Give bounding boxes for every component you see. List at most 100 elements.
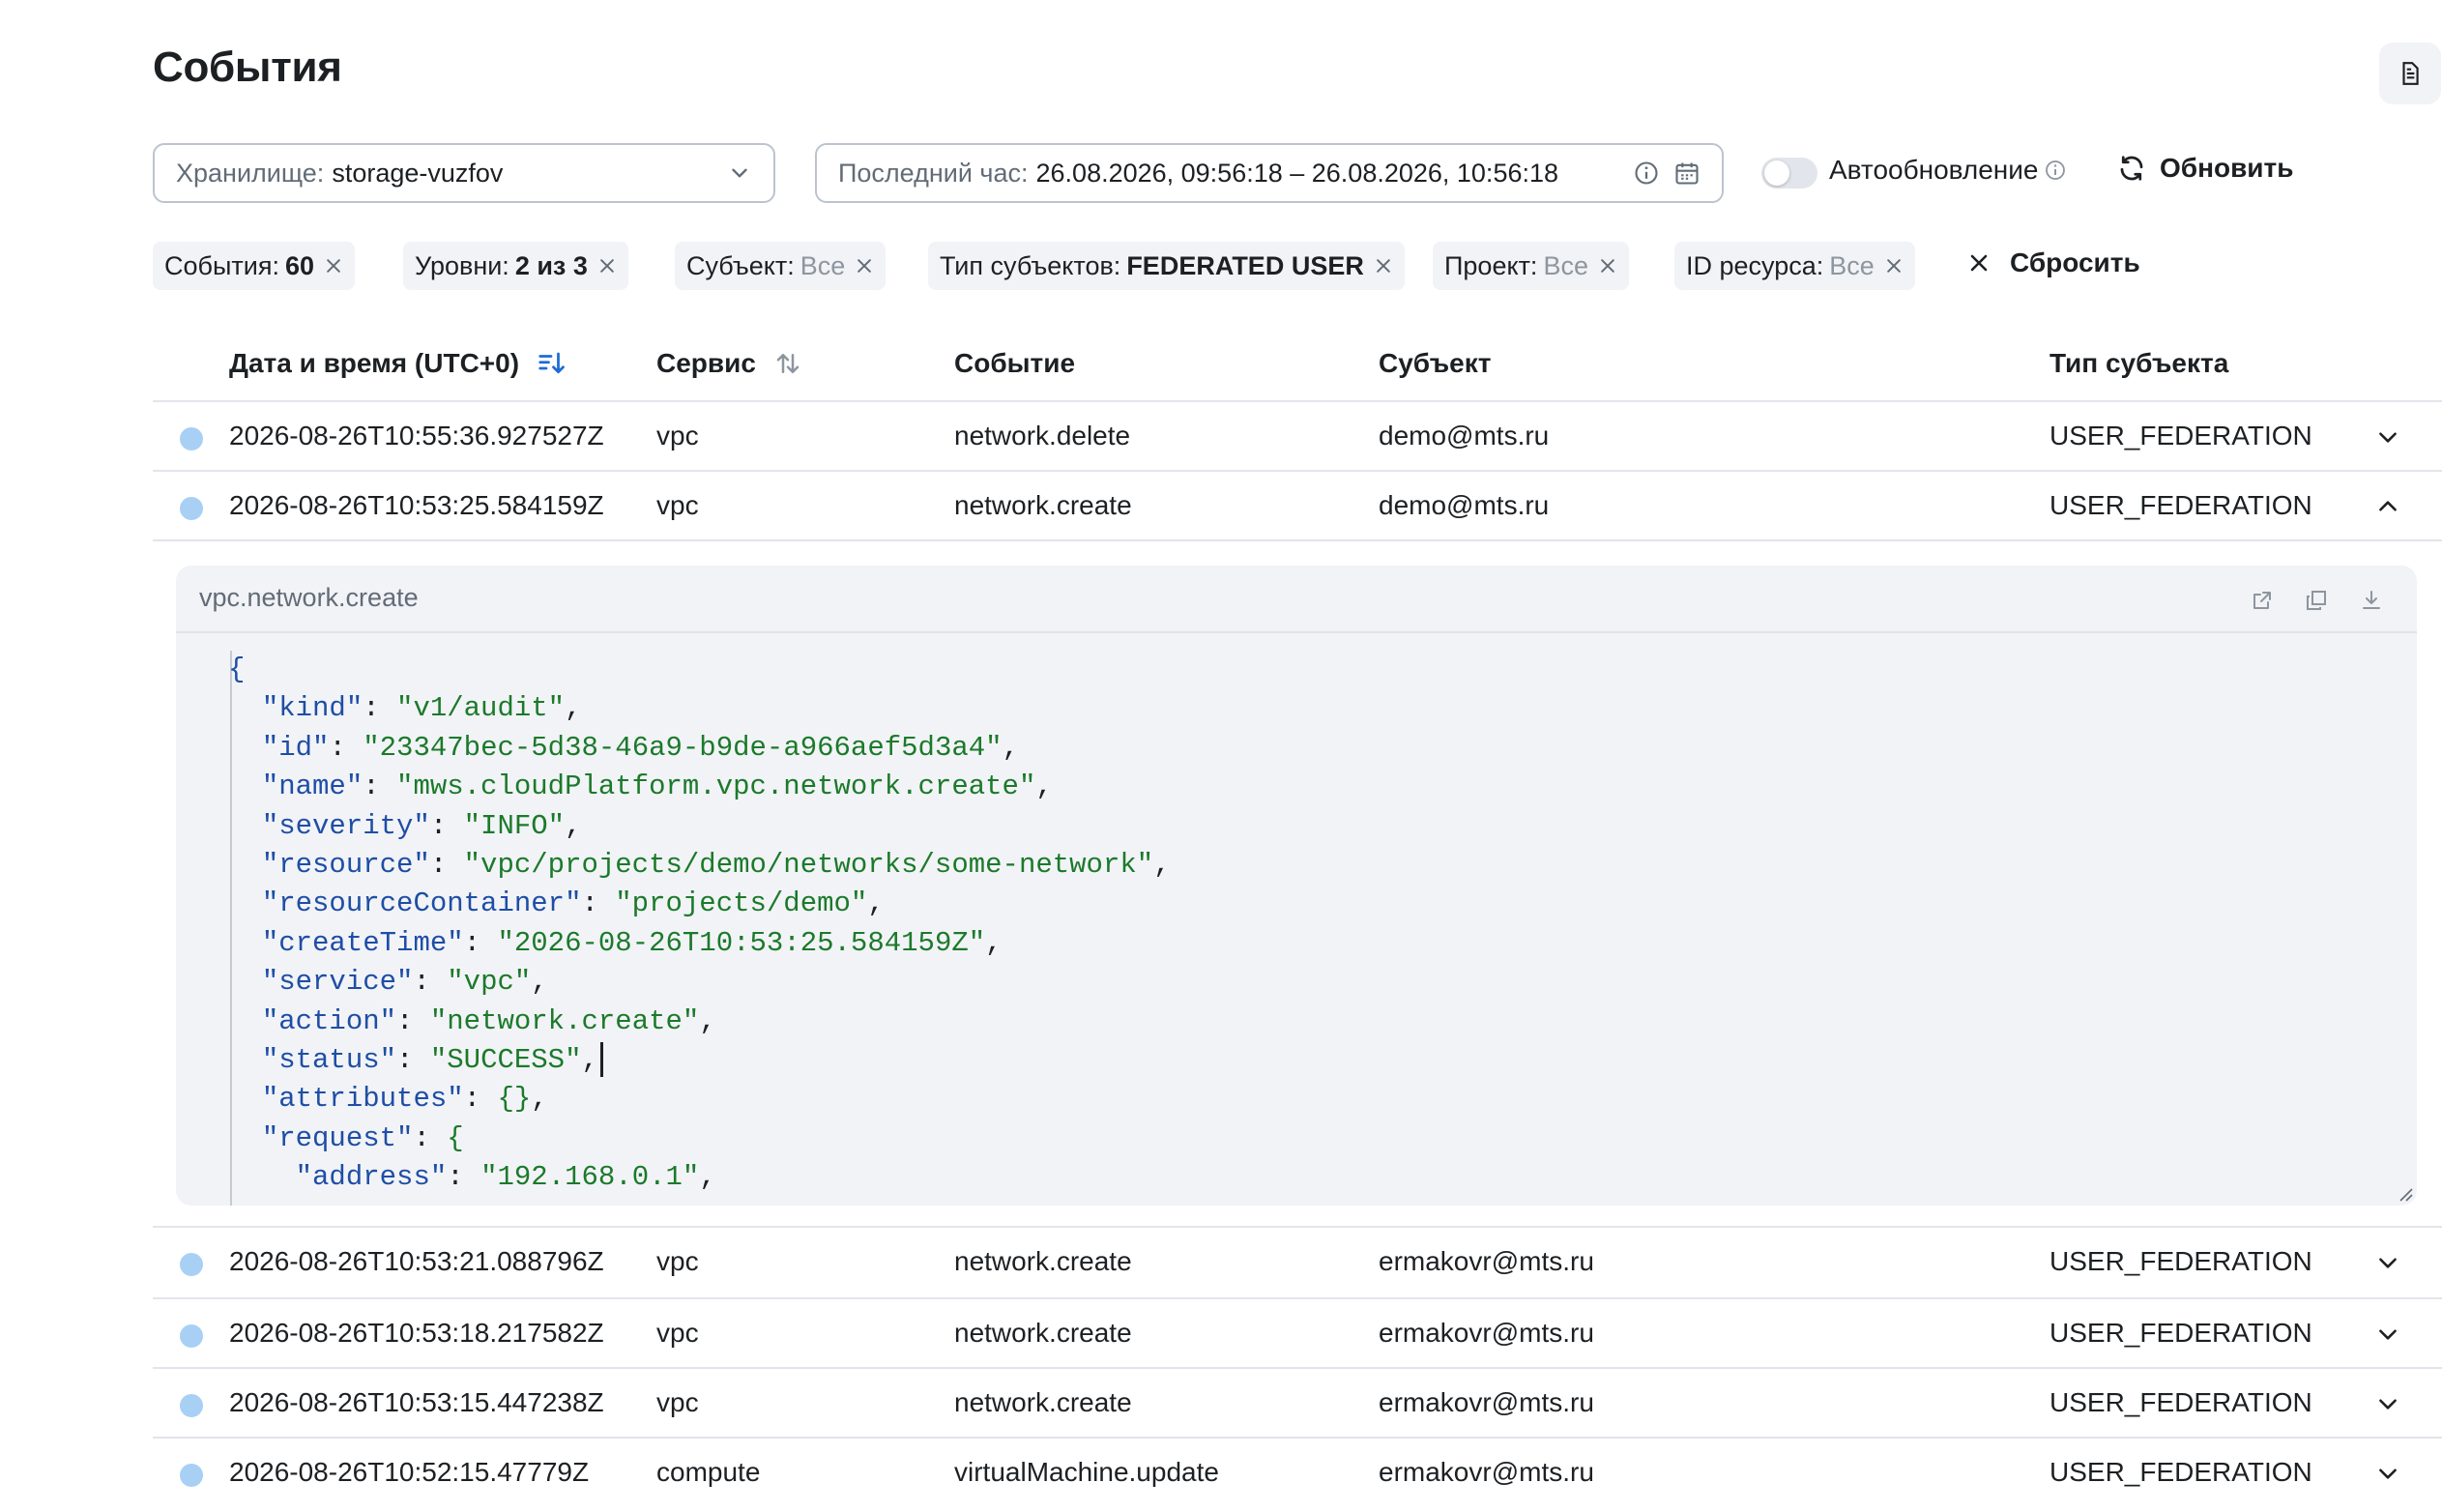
panel-title: vpc.network.create: [199, 583, 419, 612]
reset-filters-button[interactable]: Сбросить: [1967, 247, 2140, 278]
json-value: "192.168.0.1": [480, 1161, 700, 1194]
json-line: "service": "vpc",: [261, 966, 548, 999]
cell-subject-type: USER_FEDERATION: [2050, 1387, 2312, 1417]
text-caret: [599, 1042, 603, 1078]
status-dot: [180, 1324, 203, 1348]
filter-chip-levels[interactable]: Уровни: 2 из 3: [403, 242, 628, 290]
json-value: "2026-08-26T10:53:25.584159Z": [497, 926, 986, 959]
resize-handle-icon[interactable]: [2396, 1184, 2413, 1202]
json-viewer[interactable]: { "kind": "v1/audit", "id": "23347bec-5d…: [228, 651, 1171, 1197]
panel-header: vpc.network.create: [176, 566, 2417, 633]
info-icon[interactable]: [2044, 159, 2067, 182]
column-header-event: Событие: [954, 348, 1075, 379]
expand-row-button[interactable]: [2374, 1390, 2401, 1417]
cell-subject-type: USER_FEDERATION: [2050, 1318, 2312, 1348]
column-header-label: Сервис: [656, 348, 756, 378]
document-icon: [2402, 62, 2419, 85]
table-row[interactable]: 2026-08-26T10:55:36.927527Z vpc network.…: [153, 400, 2442, 470]
table-row[interactable]: 2026-08-26T10:53:21.088796Z vpc network.…: [153, 1228, 2442, 1297]
expand-row-button[interactable]: [2374, 1321, 2401, 1348]
cell-event: virtualMachine.update: [954, 1457, 1219, 1487]
filter-chip-events[interactable]: События: 60: [153, 242, 356, 290]
json-line: "severity": "INFO",: [261, 809, 582, 842]
expand-row-button[interactable]: [2374, 1460, 2401, 1487]
json-value: "SUCCESS": [429, 1043, 582, 1076]
cell-subject-type: USER_FEDERATION: [2050, 1246, 2312, 1276]
table-row[interactable]: 2026-08-26T10:53:25.584159Z vpc network.…: [153, 470, 2442, 539]
chevron-down-icon: [732, 168, 747, 178]
refresh-button[interactable]: Обновить: [2117, 153, 2293, 184]
copy-icon[interactable]: [2303, 587, 2330, 614]
close-icon[interactable]: [597, 256, 617, 276]
close-icon[interactable]: [1884, 256, 1904, 276]
open-external-icon[interactable]: [2249, 587, 2276, 614]
cell-datetime: 2026-08-26T10:55:36.927527Z: [229, 421, 604, 451]
table-row[interactable]: 2026-08-26T10:53:18.217582Z vpc network.…: [153, 1297, 2442, 1367]
column-header-label: Дата и время (UTC+0): [229, 348, 520, 378]
chip-value: Все: [799, 250, 846, 280]
json-value: "v1/audit": [396, 692, 566, 725]
expand-row-button[interactable]: [2374, 423, 2401, 451]
info-icon[interactable]: [1633, 160, 1660, 187]
json-key: "id": [261, 731, 330, 764]
sort-icon[interactable]: [773, 349, 802, 378]
chip-key: События:: [164, 250, 279, 280]
storage-select[interactable]: Хранилище: storage-vuzfov: [153, 143, 775, 203]
cell-service: vpc: [656, 421, 699, 451]
json-value: "23347bec-5d38-46a9-b9de-a966aef5d3a4": [363, 731, 1003, 764]
column-header-service[interactable]: Сервис: [656, 348, 802, 379]
storage-label: Хранилище:: [176, 158, 325, 188]
json-line: {: [228, 651, 1171, 689]
json-key: "request": [261, 1121, 414, 1154]
documentation-button[interactable]: [2379, 43, 2441, 104]
json-key: "resource": [261, 848, 430, 881]
chevron-down-icon: [2379, 432, 2397, 443]
close-icon[interactable]: [855, 256, 874, 276]
table-row[interactable]: 2026-08-26T10:53:15.447238Z vpc network.…: [153, 1367, 2442, 1437]
storage-value: storage-vuzfov: [332, 158, 504, 188]
json-key: "resourceContainer": [261, 887, 582, 920]
auto-refresh-toggle[interactable]: [1761, 158, 1817, 189]
chip-key: ID ресурса:: [1686, 250, 1824, 280]
cell-subject: ermakovr@mts.ru: [1379, 1457, 1594, 1487]
sort-descending-icon[interactable]: [537, 349, 566, 378]
json-key: "address": [295, 1161, 448, 1194]
cell-event: network.delete: [954, 421, 1131, 451]
json-line: "address": "192.168.0.1",: [295, 1161, 716, 1194]
filter-chip-subject[interactable]: Субъект: Все: [675, 242, 887, 290]
filter-chip-resource-id[interactable]: ID ресурса: Все: [1674, 242, 1915, 290]
cell-subject-type: USER_FEDERATION: [2050, 421, 2312, 451]
column-header-label: Тип субъекта: [2050, 348, 2229, 378]
collapse-row-button[interactable]: [2374, 493, 2401, 520]
filter-chip-project[interactable]: Проект: Все: [1433, 242, 1629, 290]
calendar-icon[interactable]: [1673, 160, 1701, 187]
refresh-icon: [2120, 156, 2143, 181]
json-key: "status": [261, 1043, 397, 1076]
close-icon[interactable]: [1598, 256, 1617, 276]
cell-datetime: 2026-08-26T10:53:18.217582Z: [229, 1318, 604, 1348]
column-header-datetime[interactable]: Дата и время (UTC+0): [229, 348, 566, 379]
json-value: "network.create": [429, 1004, 700, 1037]
filter-chip-subject-type[interactable]: Тип субъектов: FEDERATED USER: [928, 242, 1405, 290]
auto-refresh-label: Автообновление: [1829, 155, 2067, 186]
json-value: {}: [497, 1083, 532, 1116]
close-icon: [1970, 254, 1988, 272]
json-line: "resourceContainer": "projects/demo",: [261, 887, 885, 920]
expand-row-button[interactable]: [2374, 1249, 2401, 1276]
close-icon[interactable]: [324, 256, 343, 276]
table-row[interactable]: 2026-08-26T10:52:15.47779Z compute virtu…: [153, 1437, 2442, 1506]
json-line: "name": "mws.cloudPlatform.vpc.network.c…: [261, 771, 1053, 803]
date-range-value: 26.08.2026, 09:56:18 – 26.08.2026, 10:56…: [1035, 158, 1559, 188]
cell-datetime: 2026-08-26T10:52:15.47779Z: [229, 1457, 590, 1487]
date-range-picker[interactable]: Последний час: 26.08.2026, 09:56:18 – 26…: [815, 143, 1724, 203]
status-dot: [180, 1464, 203, 1487]
cell-service: vpc: [656, 1387, 699, 1417]
cell-datetime: 2026-08-26T10:53:25.584159Z: [229, 490, 604, 520]
close-icon[interactable]: [1374, 256, 1393, 276]
column-header-label: Событие: [954, 348, 1076, 378]
cell-subject-type: USER_FEDERATION: [2050, 490, 2312, 520]
chip-key: Тип субъектов:: [940, 250, 1121, 280]
download-icon[interactable]: [2358, 587, 2385, 614]
chip-key: Субъект:: [686, 250, 795, 280]
json-key: "createTime": [261, 926, 464, 959]
